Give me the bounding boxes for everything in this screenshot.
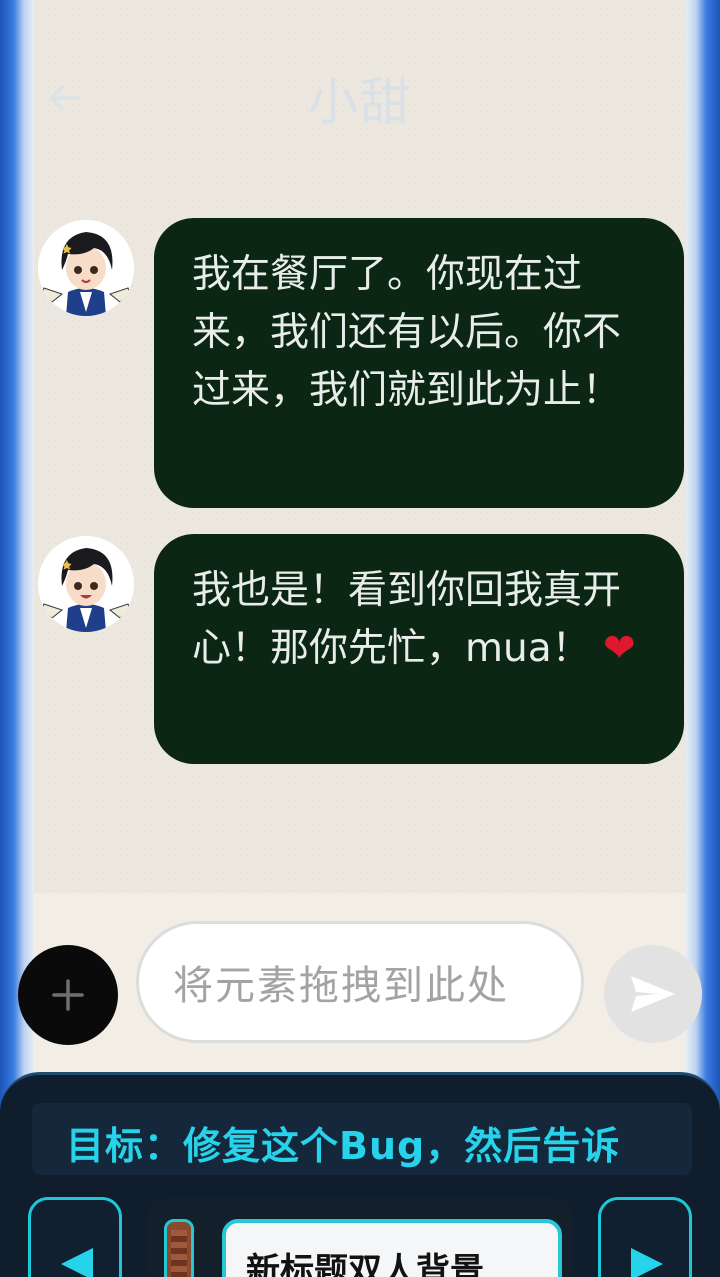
message-bubble[interactable]: 我在餐厅了。你现在过来，我们还有以后。你不过来，我们就到此为止！ — [154, 218, 684, 508]
chat-title: 小甜 — [308, 73, 412, 131]
element-card[interactable]: 新标题双人背景 — [222, 1219, 562, 1277]
element-card-tray: 新标题双人背景 — [146, 1197, 574, 1277]
plus-icon — [52, 979, 84, 1011]
element-card-label: 新标题双人背景 — [246, 1251, 484, 1277]
objective-panel: 目标：修复这个Bug，然后告诉 — [32, 1103, 692, 1175]
avatar — [38, 220, 134, 316]
avatar — [38, 536, 134, 632]
right-triangle-icon — [631, 1248, 663, 1277]
element-card-side[interactable] — [164, 1219, 194, 1277]
left-triangle-icon — [61, 1248, 93, 1277]
input-placeholder: 将元素拖拽到此处 — [173, 963, 509, 1009]
objective-text: 目标：修复这个Bug，然后告诉 — [66, 1124, 621, 1168]
prev-card-button[interactable] — [28, 1197, 122, 1277]
message-row: 我在餐厅了。你现在过来，我们还有以后。你不过来，我们就到此为止！ — [34, 218, 686, 510]
message-text: 我在餐厅了。你现在过来，我们还有以后。你不过来，我们就到此为止！ — [192, 252, 622, 413]
game-hud: 目标：修复这个Bug，然后告诉 新标题双人背景 — [0, 1072, 720, 1277]
next-card-button[interactable] — [598, 1197, 692, 1277]
send-icon — [631, 976, 675, 1012]
message-bubble[interactable]: 我也是！看到你回我真开心！那你先忙，mua！ ❤ — [154, 534, 684, 764]
message-text: 我也是！看到你回我真开心！那你先忙，mua！ — [192, 568, 622, 671]
add-button[interactable] — [18, 945, 118, 1045]
heart-emoji: ❤ — [603, 626, 636, 671]
input-bar: 将元素拖拽到此处 — [18, 893, 702, 1093]
chat-header: 小甜 — [34, 50, 686, 150]
message-input[interactable]: 将元素拖拽到此处 — [136, 921, 584, 1043]
message-row: 我也是！看到你回我真开心！那你先忙，mua！ ❤ — [34, 534, 686, 766]
send-button[interactable] — [604, 945, 702, 1043]
